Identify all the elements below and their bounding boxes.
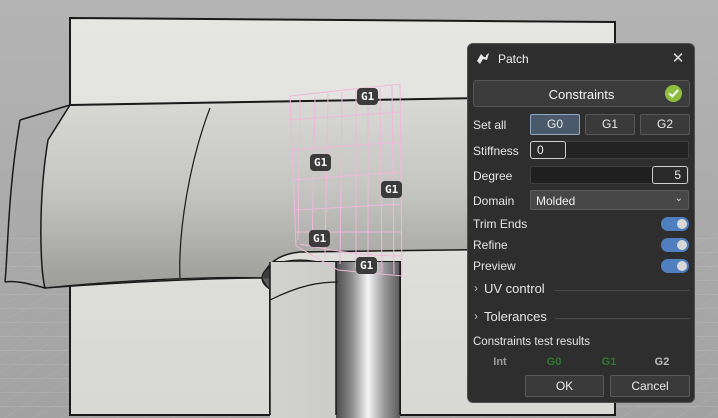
constraints-header[interactable]: Constraints [473,80,690,107]
set-all-g1-button[interactable]: G1 [585,114,635,135]
patch-dialog: Patch ✕ Constraints Set all G0 G1 G2 Sti… [467,43,695,403]
preview-label: Preview [473,259,516,273]
result-g2: G2 [654,356,670,368]
result-g0: G0 [546,356,562,368]
uv-control-label: UV control [484,281,545,296]
constraint-badge-left: G1 [310,154,332,171]
chevron-right-icon: › [474,281,478,295]
divider [555,318,690,319]
ok-button[interactable]: OK [525,375,604,397]
preview-toggle[interactable] [661,259,689,273]
chevron-right-icon: › [474,309,478,323]
dialog-titlebar[interactable]: Patch ✕ [468,44,694,74]
constraints-label: Constraints [548,87,615,102]
refine-label: Refine [473,238,508,252]
degree-input[interactable]: 5 [652,166,688,184]
check-icon [665,85,682,102]
dialog-title: Patch [498,52,529,66]
chevron-down-icon: ⌄ [674,193,683,204]
close-icon: ✕ [671,50,685,67]
constraint-badge-bottom: G1 [356,257,378,274]
divider [555,290,690,291]
trim-ends-label: Trim Ends [473,217,528,231]
close-button[interactable]: ✕ [668,49,688,69]
result-int: Int [493,356,507,368]
domain-value: Molded [536,194,576,208]
stiffness-input[interactable]: 0 [530,141,566,159]
grasshopper-icon [477,53,489,64]
domain-select[interactable]: Molded ⌄ [530,190,689,210]
constraint-badge-right: G1 [381,181,403,198]
domain-label: Domain [473,194,515,208]
toggle-knob [677,261,687,271]
uv-control-expander[interactable]: › UV control [473,281,690,299]
degree-label: Degree [473,169,513,183]
toggle-knob [677,240,687,250]
set-all-g0-button[interactable]: G0 [530,114,580,135]
cancel-button[interactable]: Cancel [610,375,690,397]
trim-ends-toggle[interactable] [661,217,689,231]
constraint-badge-lower-left: G1 [309,230,331,247]
results-label: Constraints test results [473,336,590,348]
set-all-label: Set all [473,118,507,132]
tolerances-label: Tolerances [484,309,547,324]
set-all-g2-button[interactable]: G2 [640,114,690,135]
tolerances-expander[interactable]: › Tolerances [473,309,690,327]
result-g1: G1 [601,356,617,368]
refine-toggle[interactable] [661,238,689,252]
toggle-knob [677,219,687,229]
stiffness-label: Stiffness [473,144,519,158]
constraint-badge-top: G1 [357,88,379,105]
